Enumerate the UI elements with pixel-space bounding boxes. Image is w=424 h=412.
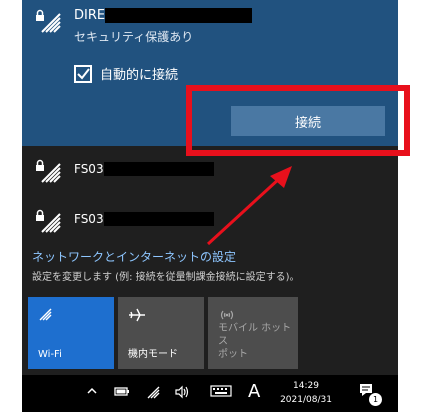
annotation-arrow <box>206 166 292 246</box>
